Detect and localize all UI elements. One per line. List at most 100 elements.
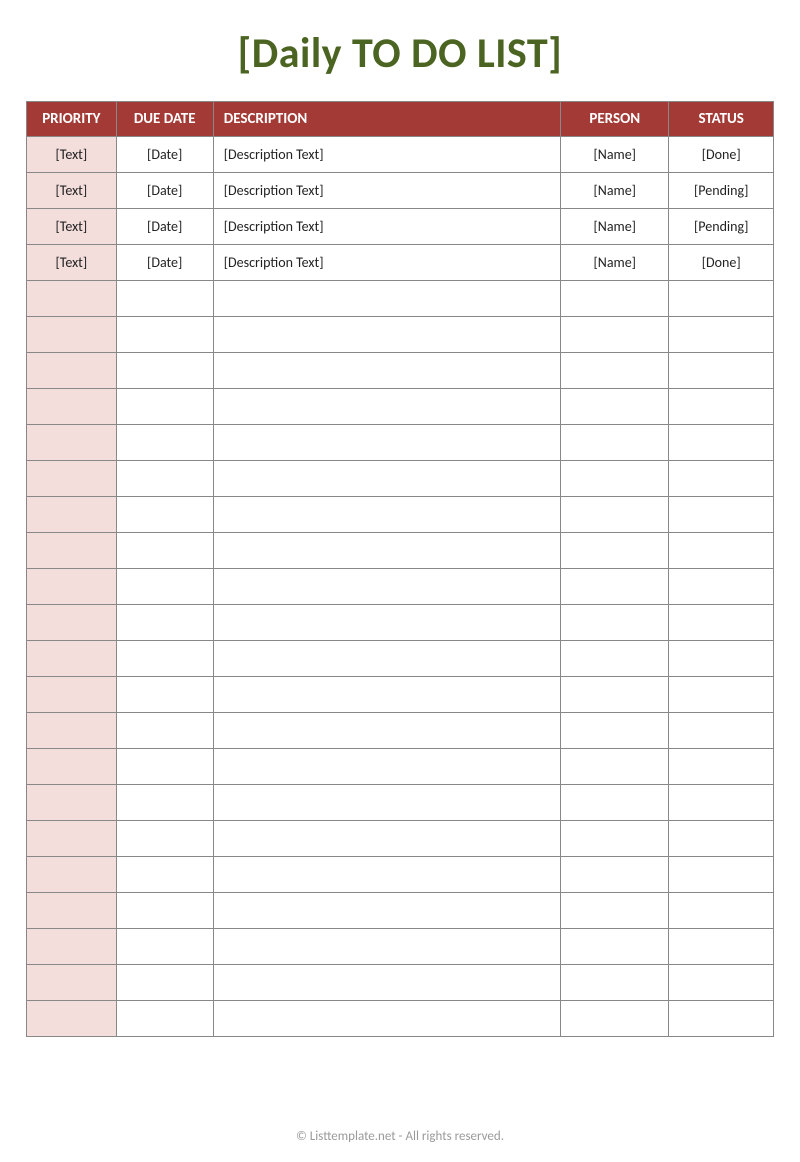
cell-person[interactable] [561, 785, 669, 821]
cell-person[interactable] [561, 641, 669, 677]
cell-priority[interactable] [27, 605, 117, 641]
cell-person[interactable] [561, 713, 669, 749]
cell-status[interactable]: [Done] [669, 137, 774, 173]
cell-due-date[interactable] [116, 857, 213, 893]
cell-due-date[interactable] [116, 281, 213, 317]
cell-due-date[interactable] [116, 569, 213, 605]
cell-description[interactable] [213, 533, 560, 569]
cell-description[interactable] [213, 821, 560, 857]
cell-person[interactable] [561, 893, 669, 929]
cell-due-date[interactable] [116, 389, 213, 425]
cell-priority[interactable]: [Text] [27, 137, 117, 173]
cell-description[interactable] [213, 893, 560, 929]
cell-priority[interactable] [27, 317, 117, 353]
cell-person[interactable] [561, 1001, 669, 1037]
cell-person[interactable] [561, 461, 669, 497]
cell-status[interactable] [669, 605, 774, 641]
cell-due-date[interactable] [116, 497, 213, 533]
cell-status[interactable]: [Done] [669, 245, 774, 281]
cell-person[interactable] [561, 821, 669, 857]
cell-description[interactable] [213, 569, 560, 605]
cell-due-date[interactable] [116, 893, 213, 929]
cell-status[interactable] [669, 641, 774, 677]
cell-status[interactable] [669, 569, 774, 605]
cell-priority[interactable] [27, 965, 117, 1001]
cell-due-date[interactable] [116, 677, 213, 713]
cell-person[interactable]: [Name] [561, 173, 669, 209]
cell-due-date[interactable]: [Date] [116, 209, 213, 245]
cell-due-date[interactable] [116, 713, 213, 749]
cell-description[interactable] [213, 1001, 560, 1037]
cell-status[interactable] [669, 497, 774, 533]
cell-status[interactable] [669, 965, 774, 1001]
cell-priority[interactable] [27, 281, 117, 317]
cell-status[interactable] [669, 713, 774, 749]
cell-person[interactable]: [Name] [561, 209, 669, 245]
cell-priority[interactable] [27, 641, 117, 677]
cell-description[interactable] [213, 749, 560, 785]
cell-priority[interactable] [27, 569, 117, 605]
cell-description[interactable] [213, 425, 560, 461]
cell-priority[interactable] [27, 821, 117, 857]
cell-person[interactable] [561, 425, 669, 461]
cell-priority[interactable] [27, 677, 117, 713]
cell-description[interactable] [213, 317, 560, 353]
cell-priority[interactable]: [Text] [27, 173, 117, 209]
cell-person[interactable] [561, 569, 669, 605]
cell-person[interactable] [561, 677, 669, 713]
cell-status[interactable]: [Pending] [669, 209, 774, 245]
cell-description[interactable] [213, 353, 560, 389]
cell-status[interactable]: [Pending] [669, 173, 774, 209]
cell-priority[interactable] [27, 353, 117, 389]
cell-description[interactable] [213, 281, 560, 317]
cell-priority[interactable] [27, 893, 117, 929]
cell-person[interactable] [561, 857, 669, 893]
cell-due-date[interactable] [116, 533, 213, 569]
cell-description[interactable] [213, 965, 560, 1001]
cell-due-date[interactable] [116, 965, 213, 1001]
cell-person[interactable] [561, 389, 669, 425]
cell-description[interactable] [213, 713, 560, 749]
cell-person[interactable]: [Name] [561, 137, 669, 173]
cell-status[interactable] [669, 281, 774, 317]
cell-status[interactable] [669, 893, 774, 929]
cell-description[interactable] [213, 785, 560, 821]
cell-priority[interactable] [27, 713, 117, 749]
cell-person[interactable] [561, 533, 669, 569]
cell-due-date[interactable] [116, 749, 213, 785]
cell-description[interactable] [213, 641, 560, 677]
cell-person[interactable]: [Name] [561, 245, 669, 281]
cell-due-date[interactable] [116, 461, 213, 497]
cell-person[interactable] [561, 281, 669, 317]
cell-priority[interactable] [27, 533, 117, 569]
cell-description[interactable]: [Description Text] [213, 173, 560, 209]
cell-due-date[interactable] [116, 425, 213, 461]
cell-person[interactable] [561, 497, 669, 533]
cell-person[interactable] [561, 749, 669, 785]
cell-person[interactable] [561, 965, 669, 1001]
cell-priority[interactable]: [Text] [27, 245, 117, 281]
cell-description[interactable] [213, 605, 560, 641]
cell-due-date[interactable] [116, 605, 213, 641]
cell-priority[interactable] [27, 857, 117, 893]
cell-status[interactable] [669, 929, 774, 965]
cell-description[interactable]: [Description Text] [213, 245, 560, 281]
cell-priority[interactable] [27, 929, 117, 965]
cell-status[interactable] [669, 785, 774, 821]
cell-description[interactable]: [Description Text] [213, 137, 560, 173]
cell-description[interactable] [213, 677, 560, 713]
cell-description[interactable]: [Description Text] [213, 209, 560, 245]
cell-due-date[interactable] [116, 821, 213, 857]
cell-due-date[interactable] [116, 1001, 213, 1037]
cell-description[interactable] [213, 857, 560, 893]
cell-priority[interactable]: [Text] [27, 209, 117, 245]
cell-status[interactable] [669, 821, 774, 857]
cell-priority[interactable] [27, 425, 117, 461]
cell-due-date[interactable]: [Date] [116, 173, 213, 209]
cell-priority[interactable] [27, 497, 117, 533]
cell-due-date[interactable]: [Date] [116, 245, 213, 281]
cell-status[interactable] [669, 317, 774, 353]
cell-priority[interactable] [27, 785, 117, 821]
cell-due-date[interactable] [116, 785, 213, 821]
cell-person[interactable] [561, 317, 669, 353]
